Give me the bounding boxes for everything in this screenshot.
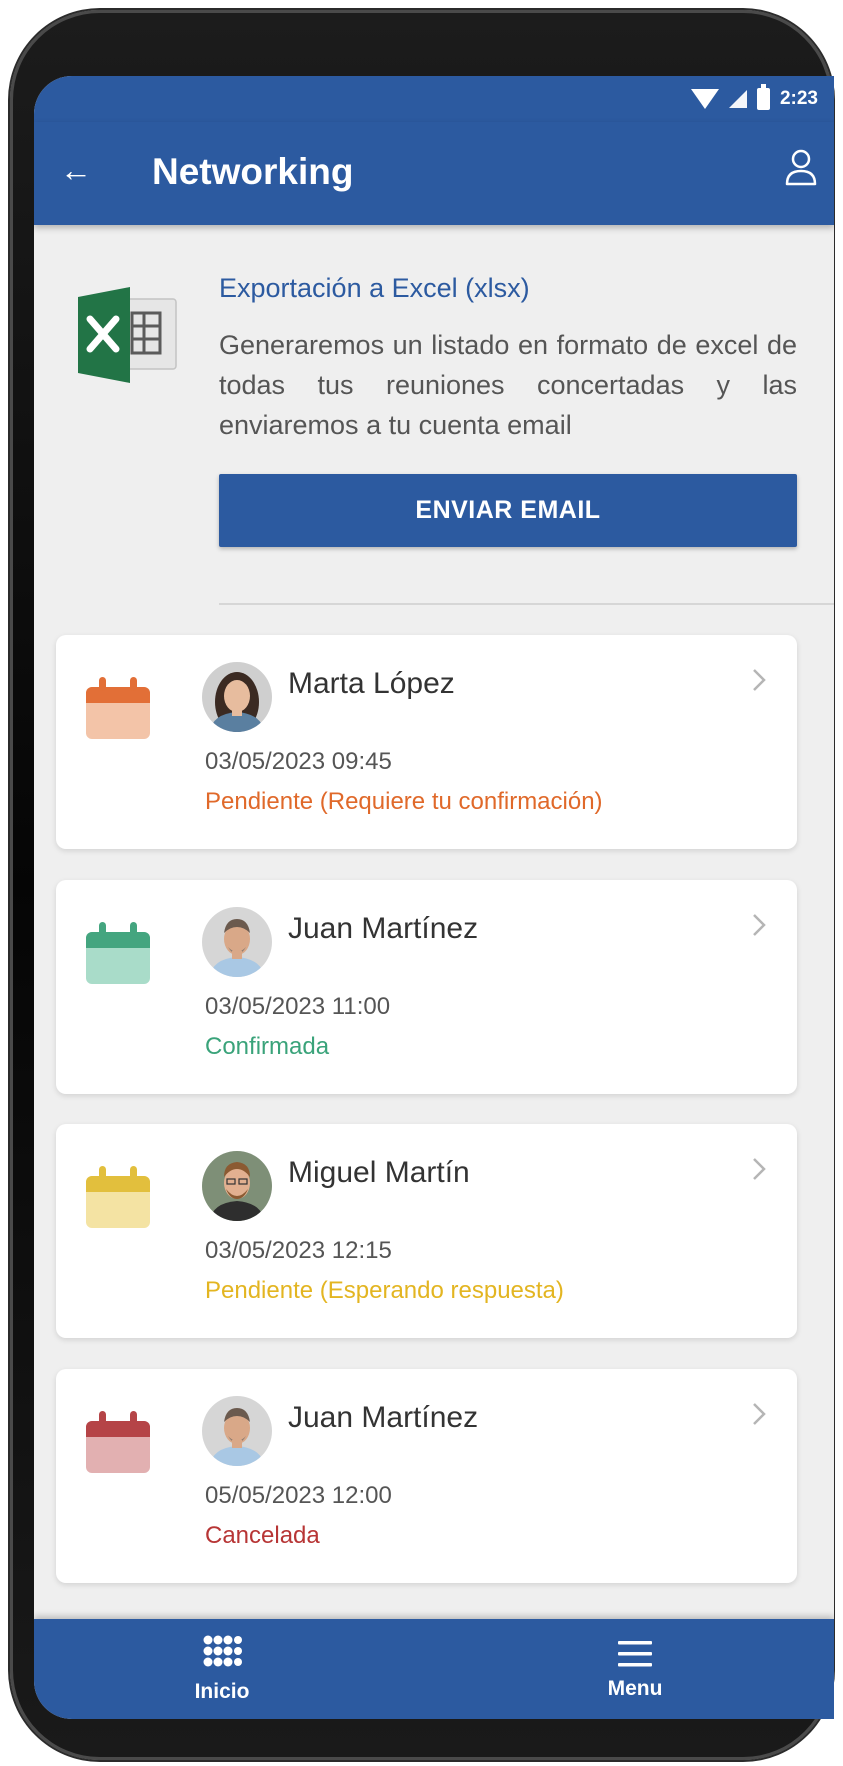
calendar-icon-ring bbox=[99, 1166, 106, 1180]
app-bar: ← Networking bbox=[34, 122, 834, 225]
divider bbox=[219, 603, 834, 605]
calendar-icon bbox=[86, 677, 150, 739]
person-name: Juan Martínez bbox=[288, 1401, 479, 1434]
calendar-icon bbox=[86, 1411, 150, 1473]
calendar-icon-ring bbox=[99, 677, 106, 691]
battery-icon bbox=[756, 84, 770, 110]
menu-icon bbox=[618, 1641, 652, 1667]
meeting-status: Pendiente (Requiere tu confirmación) bbox=[205, 788, 603, 815]
export-title: Exportación a Excel (xlsx) bbox=[219, 273, 530, 303]
signal-icon bbox=[728, 90, 747, 108]
meeting-datetime: 03/05/2023 09:45 bbox=[205, 748, 392, 775]
meeting-datetime: 05/05/2023 12:00 bbox=[205, 1482, 392, 1509]
chevron-right-icon[interactable] bbox=[751, 667, 767, 693]
back-arrow-icon[interactable]: ← bbox=[60, 150, 92, 190]
chevron-right-icon[interactable] bbox=[751, 1156, 767, 1182]
meeting-status: Pendiente (Esperando respuesta) bbox=[205, 1277, 564, 1304]
avatar bbox=[202, 1151, 272, 1221]
page-title: Networking bbox=[152, 151, 354, 192]
excel-icon bbox=[78, 287, 177, 383]
avatar bbox=[202, 662, 272, 732]
meeting-card[interactable]: Juan Martínez 03/05/2023 11:00 Confirmad… bbox=[56, 880, 797, 1094]
status-indicators: 2:23 bbox=[690, 84, 818, 114]
wifi-icon bbox=[690, 89, 719, 109]
nav-item-inicio[interactable]: Inicio bbox=[162, 1619, 282, 1719]
calendar-icon bbox=[86, 1166, 150, 1228]
person-name: Miguel Martín bbox=[288, 1156, 470, 1189]
person-name: Juan Martínez bbox=[288, 912, 479, 945]
calendar-icon-ring bbox=[130, 1166, 137, 1180]
status-time: 2:23 bbox=[779, 88, 818, 109]
calendar-icon bbox=[86, 922, 150, 984]
person-name: Marta López bbox=[288, 667, 455, 700]
send-email-button[interactable]: ENVIAR EMAIL bbox=[219, 474, 797, 547]
calendar-icon-ring bbox=[130, 677, 137, 691]
meeting-card[interactable]: Marta López 03/05/2023 09:45 Pendiente (… bbox=[56, 635, 797, 849]
nav-item-menu[interactable]: Menu bbox=[575, 1619, 695, 1719]
calendar-icon-ring bbox=[130, 922, 137, 936]
export-section: Exportación a Excel (xlsx) Generaremos u… bbox=[34, 225, 834, 625]
avatar bbox=[202, 1396, 272, 1466]
chevron-right-icon[interactable] bbox=[751, 1401, 767, 1427]
calendar-icon-ring bbox=[130, 1411, 137, 1425]
grid-icon bbox=[203, 1635, 242, 1667]
meeting-card[interactable]: Miguel Martín 03/05/2023 12:15 Pendiente… bbox=[56, 1124, 797, 1338]
calendar-icon-top bbox=[86, 932, 150, 948]
status-bar: 2:23 bbox=[34, 76, 834, 122]
meeting-datetime: 03/05/2023 12:15 bbox=[205, 1237, 392, 1264]
app-screen: 2:23 ← Networking Exportación a Excel (x… bbox=[34, 76, 834, 1719]
meeting-status: Confirmada bbox=[205, 1033, 330, 1060]
avatar bbox=[202, 907, 272, 977]
calendar-icon-top bbox=[86, 1176, 150, 1192]
meeting-status: Cancelada bbox=[205, 1522, 320, 1549]
bottom-nav: Inicio Menu bbox=[34, 1619, 834, 1719]
calendar-icon-ring bbox=[99, 922, 106, 936]
meeting-datetime: 03/05/2023 11:00 bbox=[205, 993, 391, 1020]
calendar-icon-ring bbox=[99, 1411, 106, 1425]
person-icon[interactable] bbox=[784, 148, 818, 188]
calendar-icon-top bbox=[86, 687, 150, 703]
meeting-card[interactable]: Juan Martínez 05/05/2023 12:00 Cancelada bbox=[56, 1369, 797, 1583]
nav-label: Inicio bbox=[194, 1680, 250, 1703]
chevron-right-icon[interactable] bbox=[751, 912, 767, 938]
export-description: Generaremos un listado en formato de exc… bbox=[219, 330, 797, 440]
calendar-icon-top bbox=[86, 1421, 150, 1437]
nav-label: Menu bbox=[607, 1677, 663, 1700]
